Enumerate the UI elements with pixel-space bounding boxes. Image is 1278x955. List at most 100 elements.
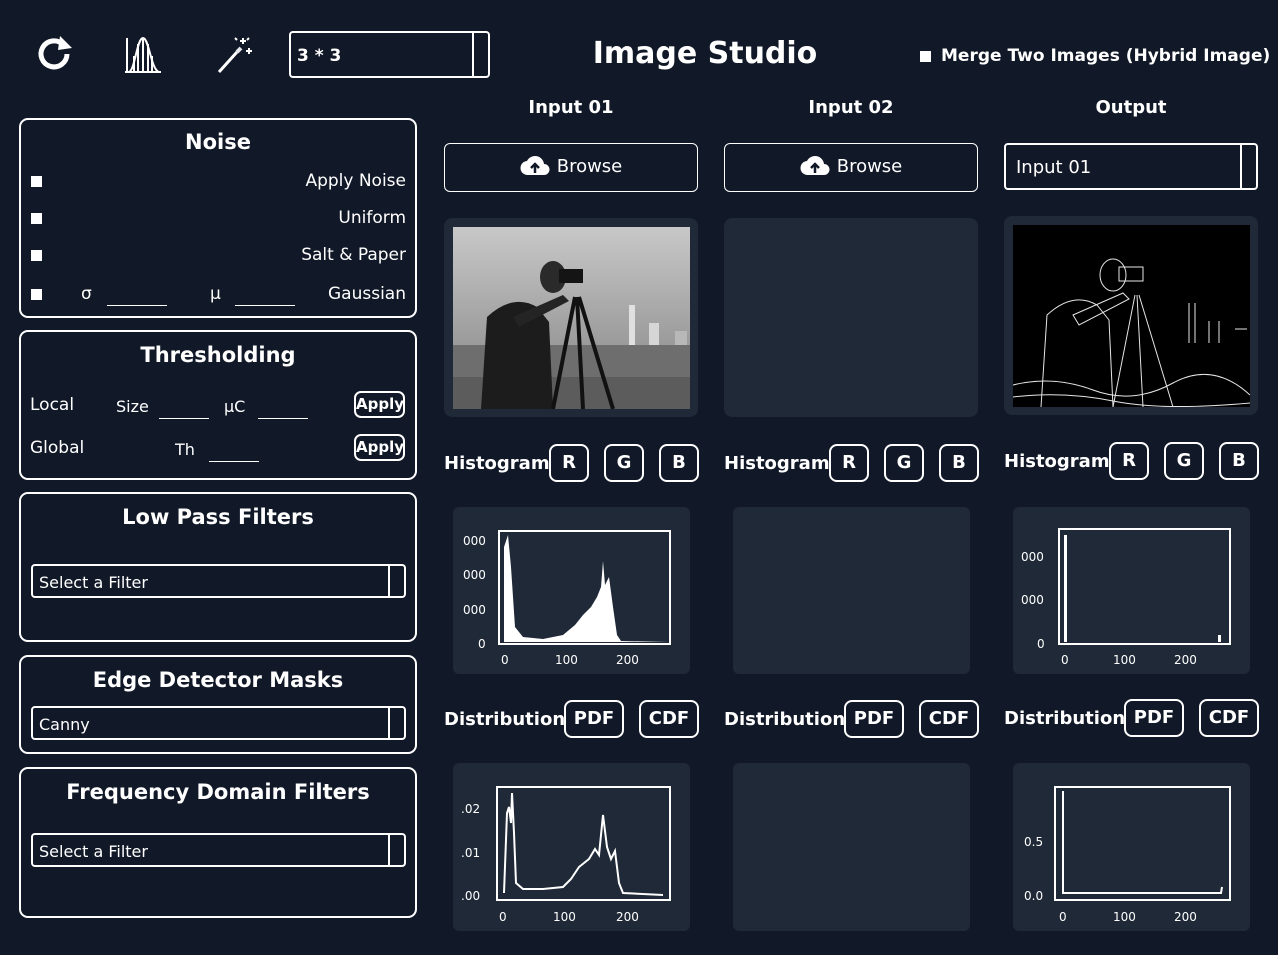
y-tick-label: 000 xyxy=(463,603,486,617)
histogram-bar xyxy=(1218,635,1221,642)
pdf-line xyxy=(503,792,664,896)
merge-images-checkbox[interactable]: Merge Two Images (Hybrid Image) xyxy=(920,46,1270,66)
freq-select[interactable]: Select a Filter xyxy=(31,833,406,867)
uniform-checkbox[interactable]: Uniform xyxy=(31,207,406,231)
checkbox-box[interactable] xyxy=(920,50,931,62)
freq-value: Select a Filter xyxy=(39,842,148,861)
browse-label: Browse xyxy=(836,156,903,177)
output-b-button[interactable]: B xyxy=(1219,442,1259,480)
merge-label: Merge Two Images (Hybrid Image) xyxy=(941,46,1271,66)
gaussian-row: σ μ Gaussian xyxy=(31,283,406,307)
gaussian-checkbox[interactable] xyxy=(31,289,42,300)
input1-b-button[interactable]: B xyxy=(659,444,699,482)
input1-pdf-chart: .02 .01 .00 0 100 200 xyxy=(461,786,671,924)
input1-pdf-button[interactable]: PDF xyxy=(564,700,624,738)
uc-input[interactable] xyxy=(258,418,308,419)
input2-browse-button[interactable]: Browse xyxy=(724,143,978,192)
salt-paper-checkbox[interactable]: Salt & Paper xyxy=(31,244,406,268)
dropdown-divider xyxy=(388,566,390,596)
edge-value: Canny xyxy=(39,715,90,734)
mu-label: μ xyxy=(210,284,221,304)
browse-label: Browse xyxy=(556,156,623,177)
y-tick-label: 000 xyxy=(463,534,486,548)
apply-noise-checkbox[interactable]: Apply Noise xyxy=(31,170,406,194)
output-pdf-chart: 0.5 0.0 0 100 200 xyxy=(1024,786,1231,924)
size-label: Size xyxy=(116,397,149,416)
output-cdf-button[interactable]: CDF xyxy=(1199,699,1259,737)
cloud-upload-icon xyxy=(800,156,830,176)
y-tick-label: 000 xyxy=(463,568,486,582)
input2-cdf-button[interactable]: CDF xyxy=(919,700,979,738)
global-apply-button[interactable]: Apply xyxy=(354,434,405,461)
low-pass-select[interactable]: Select a Filter xyxy=(31,564,406,598)
output-image-frame xyxy=(1004,216,1258,415)
input1-image-frame xyxy=(444,218,698,417)
global-label: Global xyxy=(30,438,85,458)
output-source-select[interactable]: Input 01 xyxy=(1004,143,1258,190)
output-histogram-chart: 000 000 0 0 100 200 xyxy=(1021,528,1231,667)
checkbox-box[interactable] xyxy=(31,250,42,261)
local-apply-button[interactable]: Apply xyxy=(354,391,405,418)
gaussian-label: Gaussian xyxy=(328,284,406,304)
cameraman-image xyxy=(453,227,690,409)
output-g-button[interactable]: G xyxy=(1164,442,1204,480)
refresh-icon[interactable] xyxy=(32,32,76,76)
input1-cdf-button[interactable]: CDF xyxy=(639,700,699,738)
input2-histogram-label: Histogram xyxy=(724,453,830,474)
histogram-bar xyxy=(1064,535,1067,642)
input1-distribution-plot: .02 .01 .00 0 100 200 xyxy=(453,763,690,931)
sigma-input[interactable] xyxy=(107,305,167,306)
dropdown-divider xyxy=(1240,145,1242,188)
uc-label: μC xyxy=(224,397,246,416)
local-label: Local xyxy=(30,395,75,415)
x-tick-label: 100 xyxy=(1113,910,1136,924)
mu-input[interactable] xyxy=(235,305,295,306)
input1-g-button[interactable]: G xyxy=(604,444,644,482)
checkbox-box[interactable] xyxy=(31,213,42,224)
low-pass-title: Low Pass Filters xyxy=(122,505,314,529)
checkbox-box[interactable] xyxy=(31,176,42,187)
x-tick-label: 0 xyxy=(1061,653,1069,667)
freq-title: Frequency Domain Filters xyxy=(66,780,370,804)
output-distribution-label: Distribution xyxy=(1004,708,1126,729)
input1-histogram-label: Histogram xyxy=(444,453,550,474)
histogram-icon[interactable] xyxy=(121,32,165,76)
input1-r-button[interactable]: R xyxy=(549,444,589,482)
size-input[interactable] xyxy=(159,418,209,419)
output-r-button[interactable]: R xyxy=(1109,442,1149,480)
page-title: Image Studio xyxy=(592,36,818,71)
freq-panel: Frequency Domain Filters Select a Filter xyxy=(19,767,417,918)
low-pass-panel: Low Pass Filters Select a Filter xyxy=(19,492,417,642)
dropdown-divider xyxy=(388,708,390,738)
input2-distribution-label: Distribution xyxy=(724,709,846,730)
output-header: Output xyxy=(1095,97,1167,118)
x-tick-label: 200 xyxy=(616,910,639,924)
output-pdf-button[interactable]: PDF xyxy=(1124,699,1184,737)
thresholding-panel: Thresholding Local Size μC Apply Global … xyxy=(19,330,417,480)
edge-title: Edge Detector Masks xyxy=(92,668,344,692)
input2-r-button[interactable]: R xyxy=(829,444,869,482)
sigma-label: σ xyxy=(81,284,92,304)
input2-pdf-button[interactable]: PDF xyxy=(844,700,904,738)
y-tick-label: 0.0 xyxy=(1024,889,1043,903)
input1-browse-button[interactable]: Browse xyxy=(444,143,698,192)
output-histogram-plot: 000 000 0 0 100 200 xyxy=(1013,507,1250,674)
x-tick-label: 200 xyxy=(1174,910,1197,924)
edge-output-image xyxy=(1013,225,1250,407)
th-input[interactable] xyxy=(209,461,259,462)
x-tick-label: 0 xyxy=(499,910,507,924)
uniform-label: Uniform xyxy=(338,208,406,228)
thresholding-title: Thresholding xyxy=(140,343,296,367)
input2-b-button[interactable]: B xyxy=(939,444,979,482)
y-tick-label: .02 xyxy=(461,802,480,816)
edge-select[interactable]: Canny xyxy=(31,706,406,740)
magic-wand-icon[interactable] xyxy=(211,32,255,76)
kernel-size-select[interactable]: 3 * 3 xyxy=(289,31,490,78)
y-tick-label: 0 xyxy=(478,637,486,651)
x-tick-label: 200 xyxy=(1174,653,1197,667)
input2-g-button[interactable]: G xyxy=(884,444,924,482)
output-source-value: Input 01 xyxy=(1016,157,1092,178)
dropdown-divider xyxy=(388,835,390,865)
pdf-line xyxy=(1062,791,1223,894)
x-tick-label: 0 xyxy=(1059,910,1067,924)
